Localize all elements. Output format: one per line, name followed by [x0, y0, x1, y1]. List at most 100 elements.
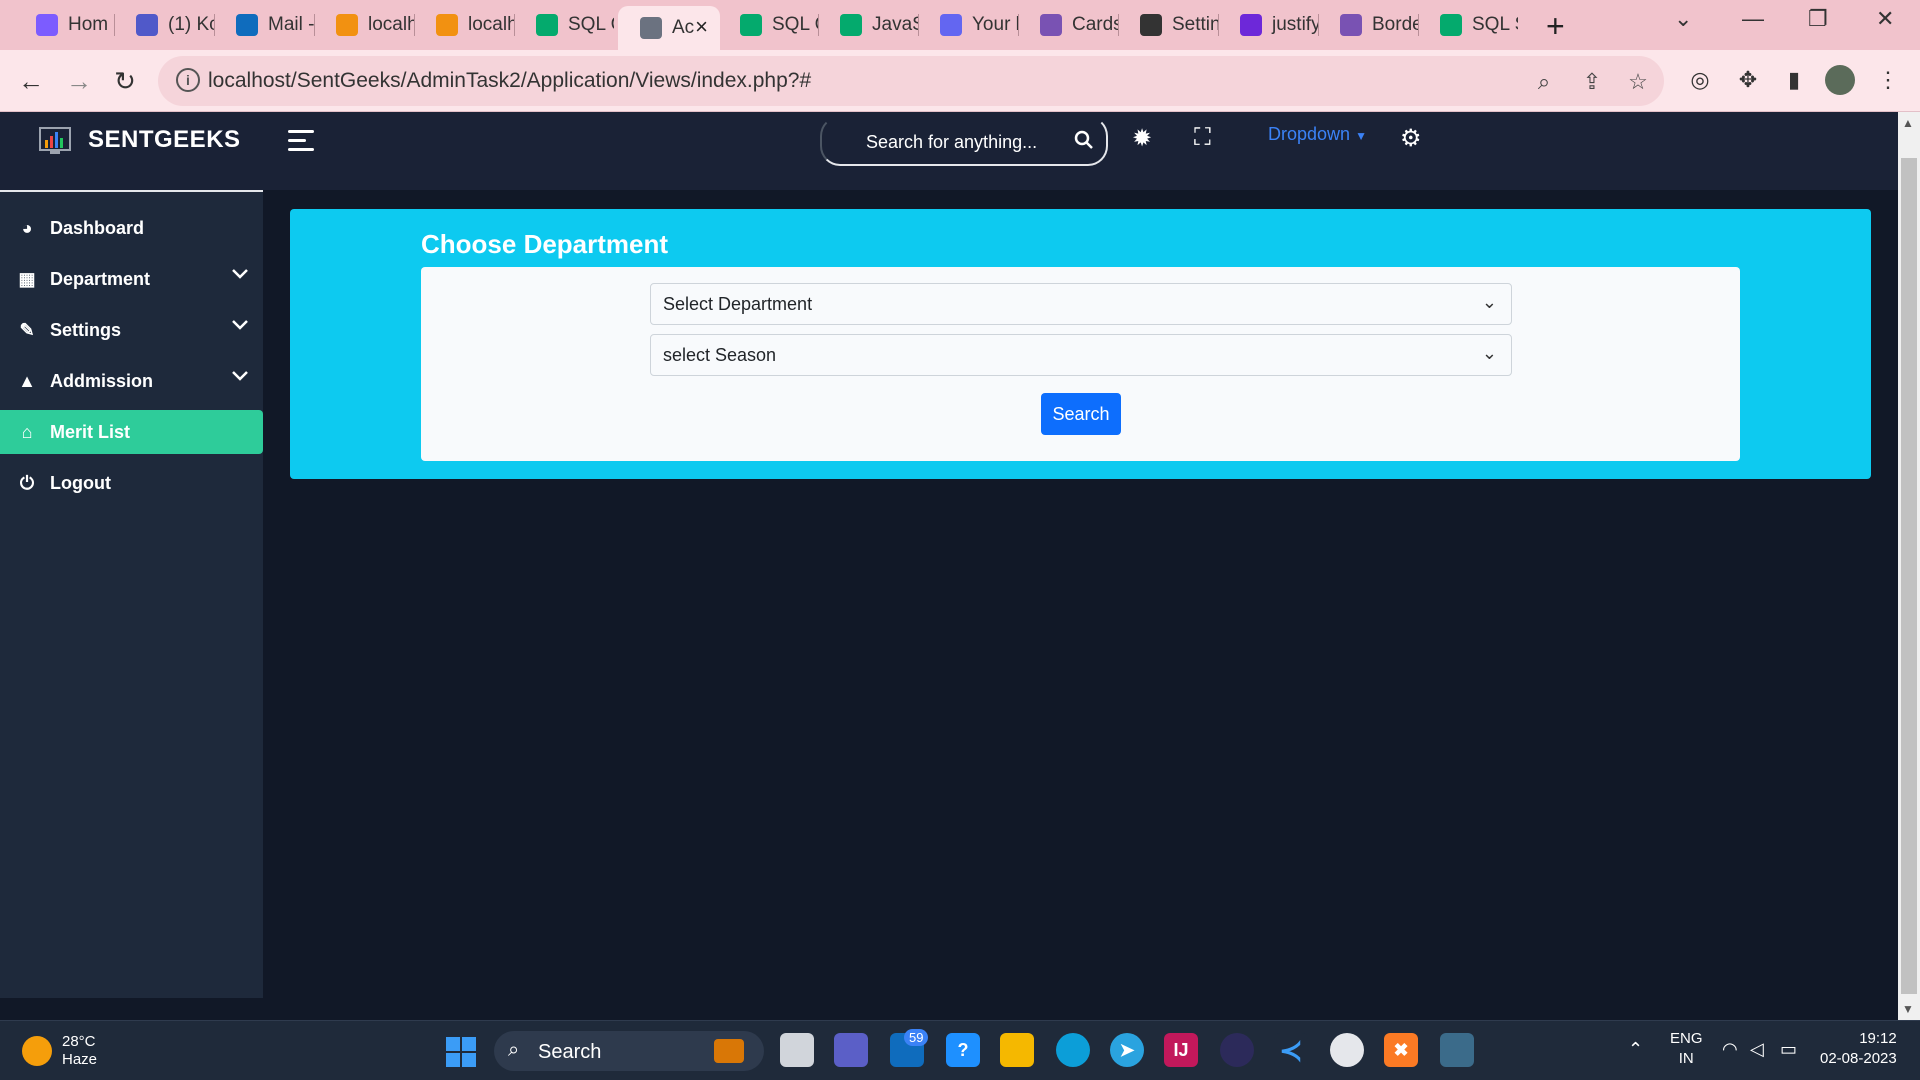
fullscreen-icon[interactable]: ⛶	[1194, 124, 1211, 152]
tab-label: Ac	[672, 17, 695, 38]
copilot-icon	[36, 14, 58, 36]
sidebar-item-addmission[interactable]: ▲ Addmission	[0, 359, 263, 403]
browser-tab[interactable]: Your l	[918, 8, 1018, 42]
weather-widget[interactable]: 28°C Haze	[22, 1033, 97, 1069]
app-header: SENTGEEKS Search for anything... ✹ ⛶ Dro…	[0, 112, 1898, 190]
stack-icon	[1240, 14, 1262, 36]
graduation-cap-icon: ⌂	[21, 421, 33, 442]
chevron-down-icon: ⌄	[1481, 343, 1497, 363]
chevron-up-icon[interactable]: ⌃	[1628, 1039, 1643, 1060]
close-window-button[interactable]: ✕	[1876, 6, 1894, 32]
taskbar-search[interactable]: ⌕ Search	[494, 1031, 764, 1071]
weather-sun-icon	[22, 1036, 52, 1066]
browser-tab[interactable]: SQL S	[1418, 8, 1518, 42]
snipping-tool-icon[interactable]	[1440, 1033, 1474, 1067]
tab-search-chevron-icon[interactable]: ⌄	[1674, 6, 1692, 32]
scroll-up-arrow-icon[interactable]: ▲	[1902, 116, 1914, 130]
side-panel-icon[interactable]: ▮	[1776, 62, 1812, 98]
chevron-down-icon: ⌄	[1481, 292, 1497, 312]
page-scrollbar[interactable]: ▲ ▼	[1898, 112, 1920, 1020]
w3schools-icon	[1440, 14, 1462, 36]
menu-toggle-icon[interactable]	[288, 130, 314, 157]
file-explorer-icon[interactable]	[1000, 1033, 1034, 1067]
browser-tab[interactable]: Mail -	[214, 8, 314, 42]
share-icon[interactable]: ⇪	[1578, 68, 1606, 96]
tab-label: Borde	[1372, 14, 1418, 35]
new-tab-button[interactable]: +	[1546, 8, 1565, 45]
language-indicator[interactable]: ENG IN	[1670, 1029, 1703, 1069]
wifi-icon[interactable]: ◠	[1722, 1039, 1738, 1060]
brand-logo[interactable]: SENTGEEKS	[36, 120, 241, 160]
browser-tab[interactable]: (1) Kc	[114, 8, 214, 42]
teams-icon	[136, 14, 158, 36]
season-select[interactable]: select Season ⌄	[650, 334, 1512, 376]
browser-tab[interactable]: Borde	[1318, 8, 1418, 42]
tab-label: Cards	[1072, 14, 1118, 35]
browser-tab[interactable]: Cards	[1018, 8, 1118, 42]
battery-icon[interactable]: ▭	[1780, 1039, 1797, 1060]
dropdown-toggle[interactable]: Dropdown ▼	[1268, 124, 1367, 145]
browser-tab[interactable]: SQL C	[514, 8, 614, 42]
site-info-icon[interactable]: i	[176, 68, 200, 92]
forward-button[interactable]: →	[60, 62, 98, 100]
chevron-down-icon[interactable]	[231, 369, 249, 387]
bookmark-star-icon[interactable]: ☆	[1624, 68, 1652, 96]
start-button[interactable]	[446, 1037, 476, 1067]
intellij-icon[interactable]: IJ	[1164, 1033, 1198, 1067]
department-select[interactable]: Select Department ⌄	[650, 283, 1512, 325]
scrollbar-thumb[interactable]	[1901, 158, 1917, 994]
minimize-button[interactable]: —	[1742, 6, 1764, 32]
choose-department-card: Choose Department Select Department ⌄ se…	[290, 209, 1871, 479]
browser-tab[interactable]: Ac ×	[618, 6, 720, 50]
bootstrap-icon	[1040, 14, 1062, 36]
clock[interactable]: 19:12 02-08-2023	[1820, 1029, 1897, 1069]
volume-icon[interactable]: ◁	[1750, 1039, 1764, 1060]
sidebar-item-dashboard[interactable]: ◕ Dashboard	[0, 206, 263, 250]
help-icon[interactable]: ?	[946, 1033, 980, 1067]
address-bar[interactable]: i localhost/SentGeeks/AdminTask2/Applica…	[158, 56, 1664, 106]
windows-taskbar: 28°C Haze ⌕ Search 59 ? ➤ IJ ≺ ✖ ⌃ ENG IN …	[0, 1020, 1920, 1080]
taskbar-search-label: Search	[538, 1041, 602, 1063]
browser-tab[interactable]: SQL C	[718, 8, 818, 42]
reload-button[interactable]: ↻	[106, 62, 144, 100]
extensions-puzzle-icon[interactable]: ✥	[1730, 62, 1766, 98]
task-view-icon[interactable]	[780, 1033, 814, 1067]
edge-icon[interactable]	[1056, 1033, 1090, 1067]
search-button[interactable]: Search	[1041, 393, 1121, 435]
chevron-down-icon[interactable]	[231, 318, 249, 336]
browser-tab[interactable]: localh	[314, 8, 414, 42]
browser-tab[interactable]: Hom	[14, 8, 114, 42]
telegram-icon[interactable]: ➤	[1110, 1033, 1144, 1067]
power-icon: ⏻	[19, 472, 35, 493]
browser-tab[interactable]: localh	[414, 8, 514, 42]
region-code: IN	[1678, 1050, 1694, 1067]
browser-tab[interactable]: justify	[1218, 8, 1318, 42]
close-tab-icon[interactable]: ×	[695, 14, 708, 40]
teams-chat-icon[interactable]	[834, 1033, 868, 1067]
scroll-down-arrow-icon[interactable]: ▼	[1902, 1002, 1914, 1016]
sidebar-item-settings[interactable]: ✎ Settings	[0, 308, 263, 352]
sidebar-item-merit-list[interactable]: ⌂ Merit List	[0, 410, 263, 454]
tab-label: Hom	[68, 14, 109, 35]
browser-tab[interactable]: JavaS	[818, 8, 918, 42]
restore-button[interactable]: ❐	[1808, 6, 1828, 32]
zoom-icon[interactable]: ⌕	[1530, 68, 1558, 96]
global-search-input[interactable]: Search for anything...	[820, 116, 1108, 166]
department-form: Select Department ⌄ select Season ⌄ Sear…	[421, 267, 1740, 461]
xampp-icon[interactable]: ✖	[1384, 1033, 1418, 1067]
chevron-down-icon[interactable]	[231, 267, 249, 285]
settings-gear-icon[interactable]: ⚙	[1400, 124, 1422, 153]
browser-menu-icon[interactable]: ⋮	[1870, 62, 1906, 98]
theme-toggle-icon[interactable]: ✹	[1132, 124, 1152, 153]
search-icon[interactable]	[1074, 130, 1094, 156]
chrome-icon[interactable]	[1330, 1033, 1364, 1067]
sidebar-item-label: Addmission	[50, 370, 154, 391]
extension-icon[interactable]: ◎	[1682, 62, 1718, 98]
eclipse-icon[interactable]	[1220, 1033, 1254, 1067]
vscode-icon[interactable]: ≺	[1274, 1033, 1308, 1067]
browser-tab[interactable]: Settin	[1118, 8, 1218, 42]
sidebar-item-logout[interactable]: ⏻ Logout	[0, 461, 263, 505]
sidebar-item-department[interactable]: ▦ Department	[0, 257, 263, 301]
back-button[interactable]: ←	[12, 62, 50, 100]
profile-avatar[interactable]	[1822, 62, 1858, 98]
